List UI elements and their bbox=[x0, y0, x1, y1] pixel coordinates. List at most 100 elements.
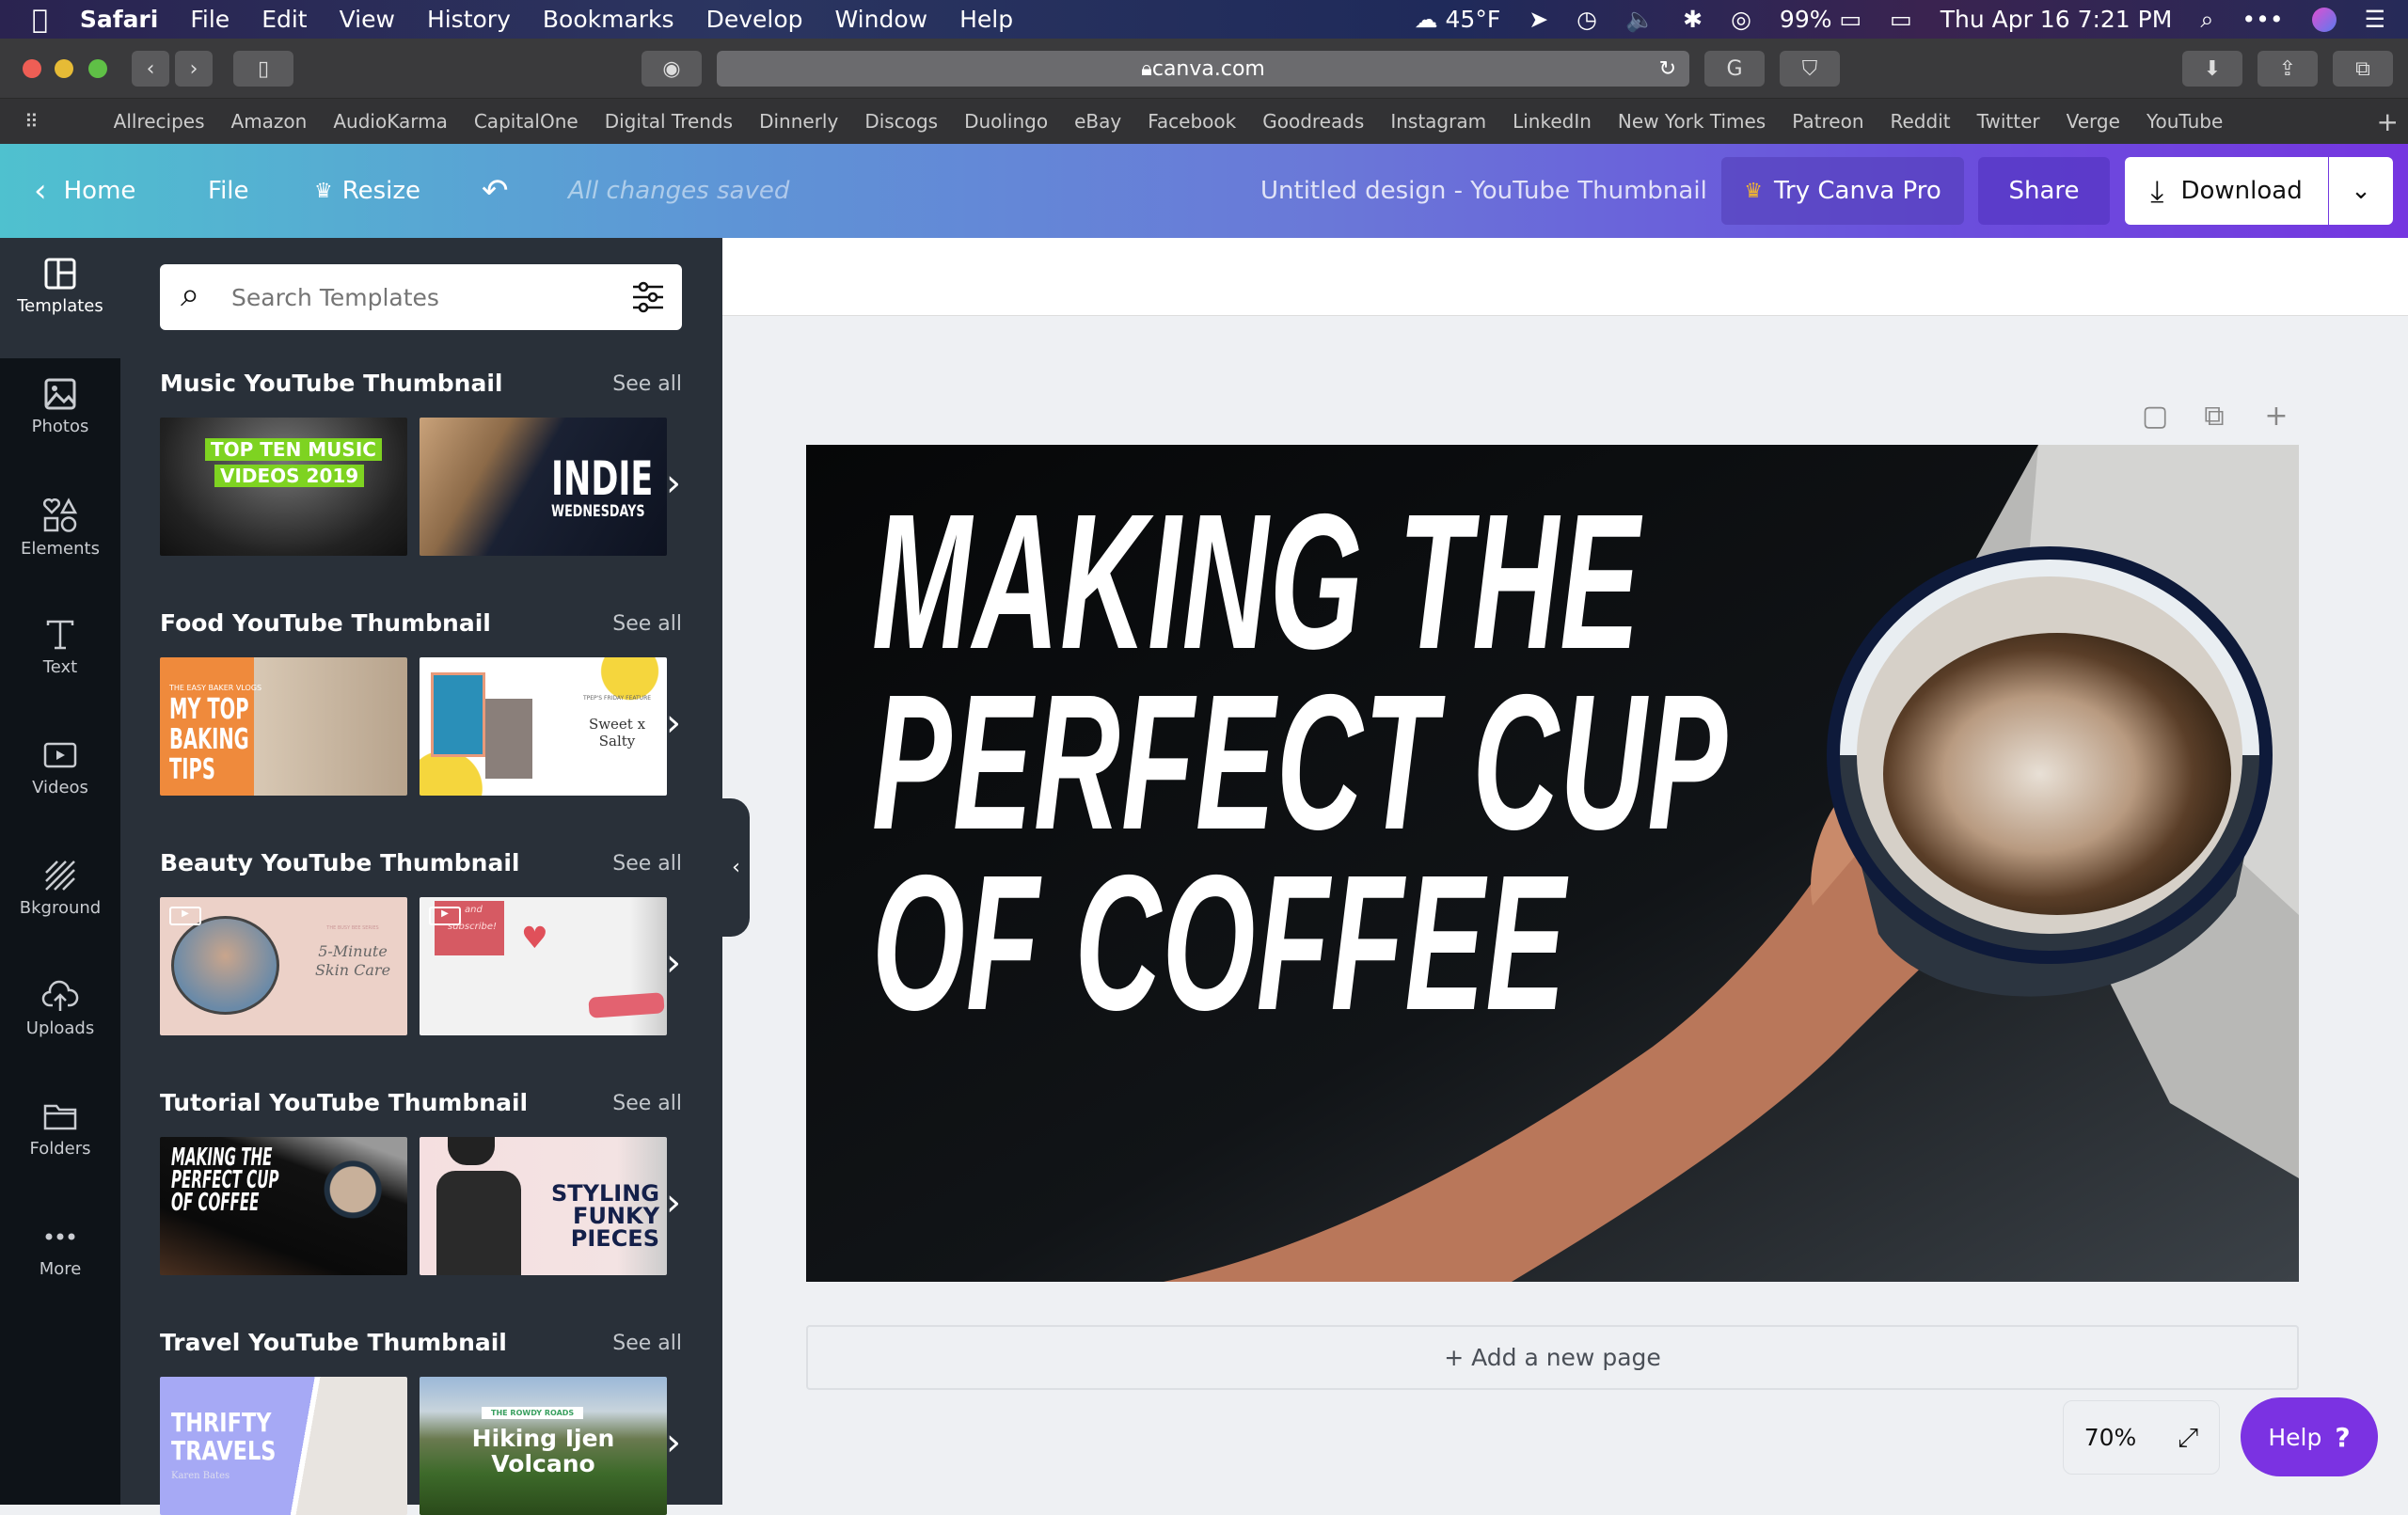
bookmark[interactable]: Allrecipes bbox=[114, 110, 205, 133]
template-thumbnail[interactable]: THE ROWDY ROADS Hiking Ijen Volcano bbox=[420, 1377, 667, 1515]
bookmark[interactable]: Verge bbox=[2067, 110, 2120, 133]
menu-develop[interactable]: Develop bbox=[706, 6, 803, 33]
siri-icon[interactable] bbox=[2311, 7, 2337, 32]
see-all-link[interactable]: See all bbox=[612, 1092, 682, 1115]
new-tab-icon[interactable]: + bbox=[2377, 106, 2399, 137]
menu-view[interactable]: View bbox=[340, 6, 395, 33]
share-button[interactable]: Share bbox=[1978, 157, 2110, 225]
bluetooth-icon[interactable]: ✱ bbox=[1683, 6, 1703, 33]
downloads-icon[interactable]: ⬇ bbox=[2182, 51, 2242, 87]
tabs-overview-icon[interactable]: ⧉ bbox=[2333, 51, 2393, 87]
zoom-control[interactable]: 70% ⤢ bbox=[2063, 1400, 2220, 1475]
time-machine-icon[interactable]: ◷ bbox=[1576, 6, 1597, 33]
bookmark[interactable]: AudioKarma bbox=[333, 110, 447, 133]
menu-file[interactable]: File bbox=[190, 6, 230, 33]
weather-icon[interactable]: ☁ 45°F bbox=[1415, 6, 1501, 33]
template-thumbnail[interactable]: ▶ and subscribe! ♥ bbox=[420, 897, 667, 1035]
rail-item-folders[interactable]: Folders bbox=[0, 1081, 120, 1201]
design-title[interactable]: Untitled design - YouTube Thumbnail bbox=[1260, 144, 1707, 238]
template-thumbnail[interactable]: ▶ THE BUSY BEE SERIES 5-Minute Skin Care bbox=[160, 897, 407, 1035]
template-thumbnail[interactable]: MAKING THE PERFECT CUP OF COFFEE bbox=[160, 1137, 407, 1275]
bookmark[interactable]: LinkedIn bbox=[1513, 110, 1592, 133]
try-canva-pro-button[interactable]: ♛ Try Canva Pro bbox=[1721, 157, 1964, 225]
bookmark[interactable]: Reddit bbox=[1891, 110, 1951, 133]
see-all-link[interactable]: See all bbox=[612, 1332, 682, 1355]
address-bar[interactable]: 🔒︎ canva.com ↻ bbox=[717, 51, 1689, 87]
download-options-chevron-icon[interactable]: ⌄ bbox=[2329, 157, 2393, 225]
rail-item-background[interactable]: Bkground bbox=[0, 840, 120, 960]
see-all-link[interactable]: See all bbox=[612, 852, 682, 876]
rail-item-uploads[interactable]: Uploads bbox=[0, 960, 120, 1081]
menu-edit[interactable]: Edit bbox=[261, 6, 307, 33]
bookmark[interactable]: eBay bbox=[1074, 110, 1121, 133]
chevron-right-icon[interactable]: › bbox=[666, 941, 681, 985]
file-menu-button[interactable]: File bbox=[208, 144, 249, 238]
rail-item-photos[interactable]: Photos bbox=[0, 358, 120, 479]
sidebar-toggle-icon[interactable]: ▯ bbox=[233, 51, 293, 87]
chevron-right-icon[interactable]: › bbox=[666, 1181, 681, 1224]
volume-icon[interactable]: 🔈 bbox=[1625, 6, 1655, 34]
grid-icon[interactable]: ⠿ bbox=[24, 110, 39, 133]
add-new-page-button[interactable]: + Add a new page bbox=[806, 1325, 2299, 1390]
rail-item-text[interactable]: Text bbox=[0, 599, 120, 719]
template-thumbnail[interactable]: THRIFTY TRAVELS Karen Bates bbox=[160, 1377, 407, 1515]
zoom-window-button[interactable] bbox=[88, 59, 107, 78]
bookmark[interactable]: Twitter bbox=[1977, 110, 2040, 133]
undo-icon[interactable]: ↶ bbox=[482, 144, 509, 238]
bookmark[interactable]: Digital Trends bbox=[605, 110, 733, 133]
see-all-link[interactable]: See all bbox=[612, 612, 682, 636]
design-canvas[interactable]: MAKING THE PERFECT CUP OF COFFEE bbox=[806, 445, 2299, 1282]
airplay-icon[interactable]: ▭ bbox=[1890, 6, 1912, 33]
notification-center-icon[interactable]: ☰ bbox=[2365, 6, 2385, 33]
bookmark[interactable]: Amazon bbox=[231, 110, 308, 133]
search-field[interactable] bbox=[231, 277, 608, 317]
clock[interactable]: Thu Apr 16 7:21 PM bbox=[1941, 6, 2173, 33]
bookmark[interactable]: Facebook bbox=[1148, 110, 1236, 133]
menu-window[interactable]: Window bbox=[835, 6, 928, 33]
bookmark[interactable]: YouTube bbox=[2147, 110, 2223, 133]
rail-item-elements[interactable]: Elements bbox=[0, 479, 120, 599]
template-thumbnail[interactable]: INDIE WEDNESDAYS bbox=[420, 418, 667, 556]
battery-status[interactable]: 99% ▭ bbox=[1780, 6, 1861, 33]
rail-item-templates[interactable]: Templates bbox=[0, 238, 120, 358]
page-notes-icon[interactable]: ▢ bbox=[2139, 400, 2171, 433]
headline-text[interactable]: MAKING THE PERFECT CUP OF COFFEE bbox=[872, 485, 1728, 1039]
template-thumbnail[interactable]: TPEP'S FRIDAY FEATURE Sweet x Salty bbox=[420, 657, 667, 796]
rail-item-more[interactable]: More bbox=[0, 1201, 120, 1321]
bookmark[interactable]: Patreon bbox=[1792, 110, 1863, 133]
privacy-extension-icon[interactable]: ◉ bbox=[642, 51, 702, 87]
help-button[interactable]: Help ? bbox=[2241, 1397, 2378, 1476]
bookmark[interactable]: Duolingo bbox=[964, 110, 1048, 133]
shield-extension-icon[interactable]: ⛉ bbox=[1780, 51, 1840, 87]
wifi-icon[interactable]: ◎ bbox=[1731, 6, 1751, 33]
bookmark[interactable]: Dinnerly bbox=[759, 110, 838, 133]
fullscreen-icon[interactable]: ⤢ bbox=[2178, 1422, 2198, 1454]
home-button[interactable]: ‹ Home bbox=[34, 144, 135, 238]
grammarly-extension-icon[interactable]: G bbox=[1704, 51, 1765, 87]
forward-button[interactable]: › bbox=[175, 51, 213, 87]
menu-history[interactable]: History bbox=[427, 6, 511, 33]
reload-icon[interactable]: ↻ bbox=[1659, 57, 1676, 81]
menu-bookmarks[interactable]: Bookmarks bbox=[543, 6, 674, 33]
template-thumbnail[interactable]: STYLING FUNKY PIECES bbox=[420, 1137, 667, 1275]
resize-button[interactable]: ♛ Resize bbox=[314, 144, 420, 238]
template-thumbnail[interactable]: THE EASY BAKER VLOGS MY TOP BAKING TIPS bbox=[160, 657, 407, 796]
add-page-icon[interactable]: + bbox=[2260, 400, 2292, 433]
search-templates-input[interactable]: ⌕ bbox=[160, 264, 682, 330]
see-all-link[interactable]: See all bbox=[612, 372, 682, 396]
bookmark[interactable]: New York Times bbox=[1618, 110, 1766, 133]
bookmark[interactable]: CapitalOne bbox=[474, 110, 578, 133]
spotlight-icon[interactable]: ⌕ bbox=[2200, 6, 2213, 34]
apple-icon[interactable]:  bbox=[32, 4, 48, 35]
template-thumbnail[interactable]: TOP TEN MUSIC VIDEOS 2019 bbox=[160, 418, 407, 556]
collapse-panel-button[interactable]: ‹ bbox=[722, 798, 750, 937]
menu-help[interactable]: Help bbox=[959, 6, 1013, 33]
filter-icon[interactable] bbox=[631, 281, 665, 313]
zoom-level[interactable]: 70% bbox=[2084, 1424, 2137, 1451]
chevron-right-icon[interactable]: › bbox=[666, 462, 681, 505]
menu-safari[interactable]: Safari bbox=[80, 6, 159, 33]
chevron-right-icon[interactable]: › bbox=[666, 702, 681, 745]
bookmark[interactable]: Discogs bbox=[864, 110, 938, 133]
rail-item-videos[interactable]: Videos bbox=[0, 719, 120, 840]
share-icon[interactable]: ⇪ bbox=[2258, 51, 2318, 87]
